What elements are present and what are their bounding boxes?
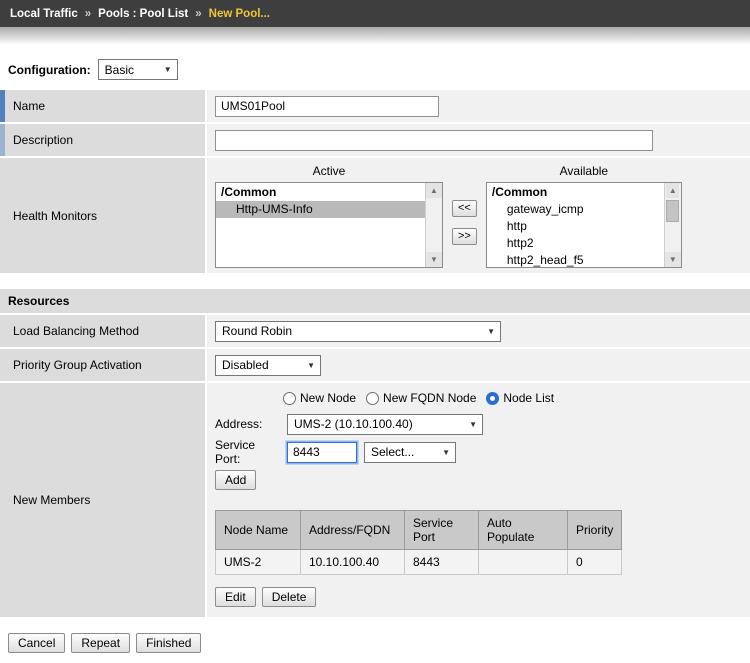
name-input[interactable] <box>215 96 439 117</box>
description-label: Description <box>5 124 205 156</box>
breadcrumb-separator: » <box>195 8 201 20</box>
scroll-up-icon[interactable]: ▲ <box>426 183 442 198</box>
breadcrumb-separator: » <box>85 8 91 20</box>
resources-section-title: Resources <box>0 289 750 313</box>
address-select[interactable]: UMS-2 (10.10.100.40) ▼ <box>287 414 483 435</box>
column-header-priority: Priority <box>568 511 622 550</box>
radio-selected-icon <box>486 392 499 405</box>
list-item-monitor[interactable]: http2_head_f5 <box>487 252 664 267</box>
edit-member-button[interactable]: Edit <box>215 587 256 607</box>
health-monitors-row: Health Monitors Active /Common Http-UMS-… <box>0 158 750 273</box>
member-type-radio-group: New Node New FQDN Node Node List <box>283 388 554 408</box>
member-table-row[interactable]: UMS-2 10.10.100.40 8443 0 <box>216 550 622 575</box>
member-auto-populate <box>479 550 568 575</box>
address-label: Address: <box>215 417 283 431</box>
new-members-row: New Members New Node New FQDN Node Node … <box>0 383 750 617</box>
breadcrumb-new-pool: New Pool... <box>209 8 270 20</box>
chevron-down-icon: ▼ <box>469 420 477 429</box>
chevron-down-icon: ▼ <box>164 65 172 74</box>
priority-group-activation-select[interactable]: Disabled ▼ <box>215 355 321 376</box>
description-row: Description <box>0 124 750 156</box>
radio-new-node[interactable]: New Node <box>283 391 356 405</box>
description-input[interactable] <box>215 130 653 151</box>
breadcrumb: Local Traffic » Pools : Pool List » New … <box>0 0 750 27</box>
scrollbar[interactable]: ▲ ▼ <box>425 183 442 267</box>
load-balancing-method-label: Load Balancing Method <box>5 315 205 347</box>
column-header-node-name: Node Name <box>216 511 301 550</box>
available-monitors-listbox[interactable]: /Common gateway_icmp http http2 http2_he… <box>486 182 682 268</box>
list-item-partition[interactable]: /Common <box>216 184 425 201</box>
list-item-monitor[interactable]: Http-UMS-Info <box>216 201 425 218</box>
priority-group-activation-value: Disabled <box>222 358 269 372</box>
radio-icon <box>283 392 296 405</box>
load-balancing-method-value: Round Robin <box>222 324 292 338</box>
radio-new-fqdn-node-label: New FQDN Node <box>383 391 476 405</box>
repeat-button[interactable]: Repeat <box>71 633 130 653</box>
chevron-down-icon: ▼ <box>487 327 495 336</box>
scrollbar-thumb[interactable] <box>666 200 679 222</box>
scroll-up-icon[interactable]: ▲ <box>666 183 679 198</box>
configuration-select-value: Basic <box>105 63 134 77</box>
radio-icon <box>366 392 379 405</box>
service-port-label: Service Port: <box>215 438 283 466</box>
available-monitors-title: Available <box>486 164 682 182</box>
breadcrumb-local-traffic[interactable]: Local Traffic <box>10 8 78 20</box>
scroll-down-icon[interactable]: ▼ <box>665 252 681 267</box>
active-monitors-listbox[interactable]: /Common Http-UMS-Info ▲ ▼ <box>215 182 443 268</box>
service-port-select[interactable]: Select... ▼ <box>364 442 456 463</box>
priority-group-activation-label: Priority Group Activation <box>5 349 205 381</box>
column-header-address-fqdn: Address/FQDN <box>301 511 405 550</box>
list-item-partition[interactable]: /Common <box>487 184 664 201</box>
column-header-service-port: Service Port <box>405 511 479 550</box>
new-members-label: New Members <box>5 383 205 617</box>
add-member-button[interactable]: Add <box>215 470 256 490</box>
finished-button[interactable]: Finished <box>136 633 201 653</box>
load-balancing-method-select[interactable]: Round Robin ▼ <box>215 321 501 342</box>
service-port-input[interactable] <box>287 442 357 463</box>
radio-node-list-label: Node List <box>503 391 554 405</box>
member-service-port: 8443 <box>405 550 479 575</box>
move-to-active-button[interactable]: << <box>452 200 477 217</box>
scroll-down-icon[interactable]: ▼ <box>426 252 442 267</box>
active-monitors-title: Active <box>215 164 443 182</box>
chevron-down-icon: ▼ <box>307 361 315 370</box>
delete-member-button[interactable]: Delete <box>262 587 317 607</box>
member-priority: 0 <box>568 550 622 575</box>
column-header-auto-populate: Auto Populate <box>479 511 568 550</box>
breadcrumb-pools-pool-list[interactable]: Pools : Pool List <box>98 8 188 20</box>
priority-group-activation-row: Priority Group Activation Disabled ▼ <box>0 349 750 381</box>
list-item-monitor[interactable]: http2 <box>487 235 664 252</box>
chevron-down-icon: ▼ <box>442 448 450 457</box>
radio-node-list[interactable]: Node List <box>486 391 554 405</box>
scrollbar[interactable]: ▲ ▼ <box>664 183 681 267</box>
configuration-select[interactable]: Basic ▼ <box>98 59 178 80</box>
footer-actions: Cancel Repeat Finished <box>0 619 750 663</box>
name-label: Name <box>5 90 205 122</box>
radio-new-fqdn-node[interactable]: New FQDN Node <box>366 391 476 405</box>
radio-new-node-label: New Node <box>300 391 356 405</box>
member-node-name: UMS-2 <box>216 550 301 575</box>
configuration-row: Configuration: Basic ▼ <box>0 45 750 90</box>
member-address: 10.10.100.40 <box>301 550 405 575</box>
members-table: Node Name Address/FQDN Service Port Auto… <box>215 510 622 575</box>
health-monitors-label: Health Monitors <box>5 158 205 273</box>
address-select-value: UMS-2 (10.10.100.40) <box>294 417 413 431</box>
list-item-monitor[interactable]: http <box>487 218 664 235</box>
name-row: Name <box>0 90 750 122</box>
list-item-monitor[interactable]: gateway_icmp <box>487 201 664 218</box>
configuration-label: Configuration: <box>8 63 91 77</box>
cancel-button[interactable]: Cancel <box>8 633 65 653</box>
move-to-available-button[interactable]: >> <box>452 228 477 245</box>
service-port-select-value: Select... <box>371 445 414 459</box>
header-gradient <box>0 27 750 45</box>
load-balancing-method-row: Load Balancing Method Round Robin ▼ <box>0 315 750 347</box>
